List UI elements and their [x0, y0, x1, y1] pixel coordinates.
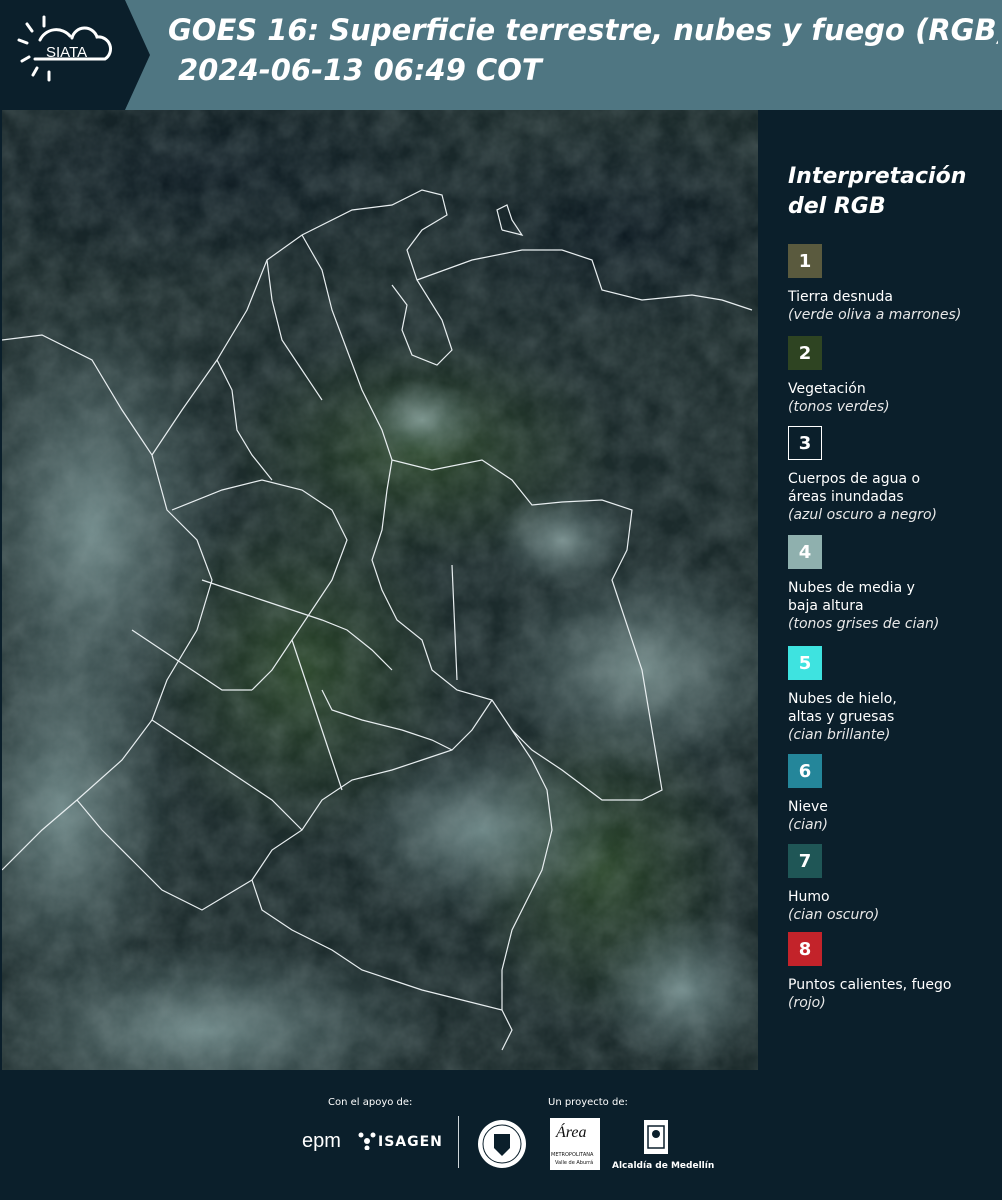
legend-label-3: Cuerpos de agua o áreas inundadas	[788, 470, 998, 506]
legend-item-5: 5 Nubes de hielo, altas y gruesas (cian bri…	[788, 646, 998, 744]
alcaldia-logo-text: Alcaldía de Medellín	[612, 1161, 715, 1171]
legend-label-8: Puntos calientes, fuego	[788, 976, 998, 994]
epm-logo: epm	[302, 1130, 341, 1152]
satellite-map	[2, 110, 758, 1070]
legend-title-line-1: Interpretación	[788, 164, 967, 189]
legend-item-3: 3 Cuerpos de agua o áreas inundadas (azul o…	[788, 426, 998, 524]
legend-label-5: Nubes de hielo, altas y gruesas	[788, 690, 998, 726]
area-metropolitana-logo: Área METROPOLITANA Valle de Aburrá	[550, 1118, 600, 1170]
legend-swatch-1: 1	[788, 244, 822, 278]
legend-swatch-2: 2	[788, 336, 822, 370]
legend-sublabel-6: (cian)	[788, 817, 828, 833]
footer: Con el apoyo de: Un proyecto de: epm ISA…	[0, 1070, 1002, 1200]
page-title: GOES 16: Superficie terrestre, nubes y f…	[168, 10, 998, 90]
legend-label-4: Nubes de media y baja altura	[788, 579, 998, 615]
legend-label-6: Nieve	[788, 798, 998, 816]
legend-title: Interpretación del RGB	[788, 162, 998, 222]
legend-label-line: áreas inundadas	[788, 489, 904, 505]
legend-panel: Interpretación del RGB 1 Tierra desnuda (v…	[770, 110, 1002, 1070]
legend-sublabel-8: (rojo)	[788, 995, 826, 1011]
legend-item-2: 2 Vegetación (tonos verdes)	[788, 336, 998, 416]
legend-label-7: Humo	[788, 888, 998, 906]
isagen-logo-icon	[358, 1132, 376, 1150]
legend-swatch-3: 3	[788, 426, 822, 460]
legend-label-line: baja altura	[788, 598, 864, 614]
legend-swatch-4: 4	[788, 535, 822, 569]
legend-swatch-8: 8	[788, 932, 822, 966]
legend-label-line: Nubes de media y	[788, 580, 915, 596]
legend-item-8: 8 Puntos calientes, fuego (rojo)	[788, 932, 998, 1012]
support-label: Con el apoyo de:	[328, 1097, 413, 1108]
siata-logo-text: SIATA	[46, 44, 87, 61]
legend-label-2: Vegetación	[788, 380, 998, 398]
area-logo-bottom: Valle de Aburrá	[555, 1160, 594, 1166]
legend-sublabel-7: (cian oscuro)	[788, 907, 880, 923]
project-label: Un proyecto de:	[548, 1097, 628, 1108]
legend-swatch-5: 5	[788, 646, 822, 680]
legend-item-1: 1 Tierra desnuda (verde oliva a marrones)	[788, 244, 998, 324]
legend-label-line: Nubes de hielo,	[788, 691, 897, 707]
legend-sublabel-5: (cian brillante)	[788, 727, 891, 743]
legend-title-line-2: del RGB	[788, 194, 886, 219]
siata-logo: SIATA	[0, 0, 150, 110]
legend-sublabel-4: (tonos grises de cian)	[788, 616, 940, 632]
header: SIATA GOES 16: Superficie terrestre, nub…	[0, 0, 1002, 110]
medellin-shield-icon	[644, 1120, 668, 1154]
legend-label-line: altas y gruesas	[788, 709, 895, 725]
antioquia-seal-icon	[478, 1120, 526, 1168]
area-logo-top: Área	[556, 1124, 587, 1141]
legend-label-line: Humo	[788, 889, 830, 905]
area-logo-mid: METROPOLITANA	[551, 1152, 594, 1158]
legend-swatch-6: 6	[788, 754, 822, 788]
legend-item-6: 6 Nieve (cian)	[788, 754, 998, 834]
legend-sublabel-1: (verde oliva a marrones)	[788, 307, 962, 323]
isagen-logo: ISAGEN	[378, 1134, 443, 1150]
legend-label-line: Nieve	[788, 799, 828, 815]
legend-label-line: Puntos calientes, fuego	[788, 977, 952, 993]
legend-sublabel-2: (tonos verdes)	[788, 399, 890, 415]
legend-label-line: Cuerpos de agua o	[788, 471, 921, 487]
legend-swatch-7: 7	[788, 844, 822, 878]
satellite-image	[2, 110, 758, 1070]
legend-label-1: Tierra desnuda	[788, 288, 998, 306]
legend-item-7: 7 Humo (cian oscuro)	[788, 844, 998, 924]
legend-label-line: Tierra desnuda	[788, 289, 893, 305]
footer-divider	[458, 1116, 459, 1168]
legend-label-line: Vegetación	[788, 381, 866, 397]
legend-sublabel-3: (azul oscuro a negro)	[788, 507, 937, 523]
title-line-2: 2024-06-13 06:49 COT	[178, 53, 542, 87]
title-line-1: GOES 16: Superficie terrestre, nubes y f…	[168, 13, 998, 47]
legend-item-4: 4 Nubes de media y baja altura (tonos grise…	[788, 535, 998, 633]
